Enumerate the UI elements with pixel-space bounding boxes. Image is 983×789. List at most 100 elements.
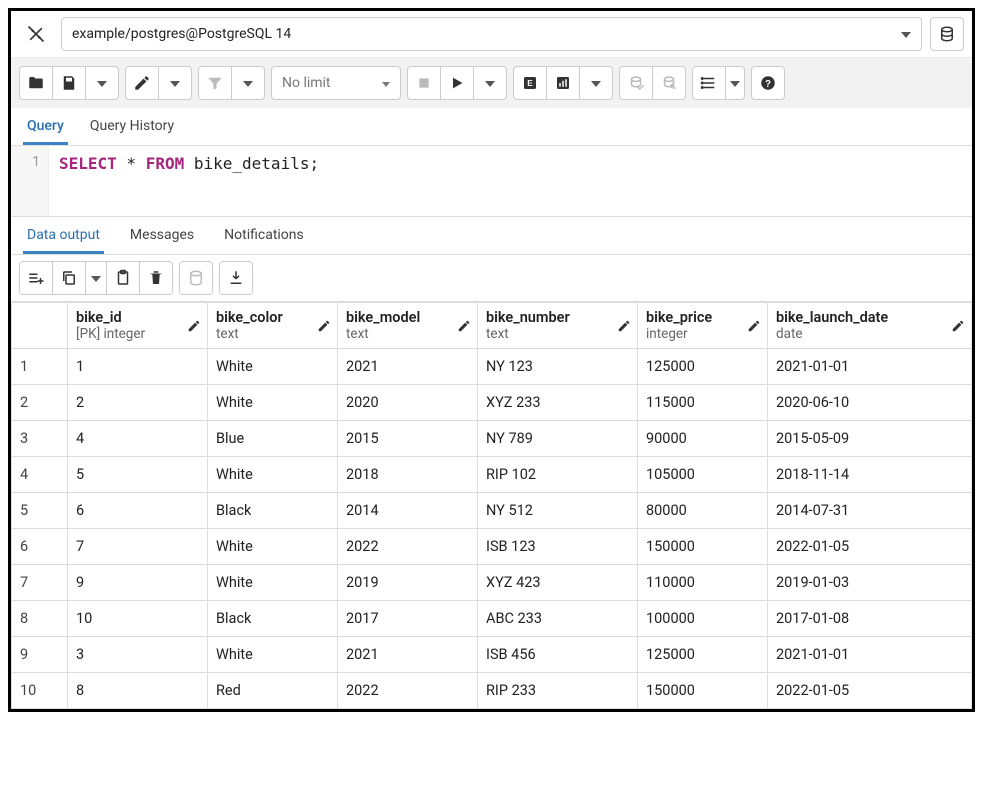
cell[interactable]: 2021 — [338, 637, 478, 673]
cell[interactable]: 90000 — [638, 421, 768, 457]
table-row[interactable]: 810Black2017ABC 2331000002017-01-08 — [12, 601, 972, 637]
cell[interactable]: 10 — [68, 601, 208, 637]
server-icon[interactable] — [930, 17, 964, 51]
cell[interactable]: 2019 — [338, 565, 478, 601]
pencil-icon[interactable] — [951, 319, 965, 333]
cell[interactable]: White — [208, 457, 338, 493]
column-header[interactable]: bike_modeltext — [338, 303, 478, 349]
cell[interactable]: 80000 — [638, 493, 768, 529]
execute-dropdown[interactable] — [473, 66, 507, 100]
tab-query[interactable]: Query — [23, 108, 68, 145]
cell[interactable]: White — [208, 529, 338, 565]
cell[interactable]: 2 — [68, 385, 208, 421]
cell[interactable]: 9 — [68, 565, 208, 601]
cell[interactable]: 110000 — [638, 565, 768, 601]
cell[interactable]: 115000 — [638, 385, 768, 421]
rollback-button[interactable] — [652, 66, 686, 100]
cell[interactable]: 2021-01-01 — [768, 637, 972, 673]
cell[interactable]: ISB 123 — [478, 529, 638, 565]
column-header[interactable]: bike_priceinteger — [638, 303, 768, 349]
table-row[interactable]: 56Black2014NY 512800002014-07-31 — [12, 493, 972, 529]
execute-button[interactable] — [440, 66, 474, 100]
cell[interactable]: 8 — [68, 673, 208, 709]
cell[interactable]: 7 — [68, 529, 208, 565]
cell[interactable]: 125000 — [638, 637, 768, 673]
explain-dropdown[interactable] — [579, 66, 613, 100]
cell[interactable]: NY 512 — [478, 493, 638, 529]
cell[interactable]: 2015-05-09 — [768, 421, 972, 457]
explain-analyze-button[interactable] — [546, 66, 580, 100]
edit-dropdown[interactable] — [158, 66, 192, 100]
macros-dropdown[interactable] — [725, 66, 745, 100]
cell[interactable]: Black — [208, 601, 338, 637]
cell[interactable]: 105000 — [638, 457, 768, 493]
cell[interactable]: 2020-06-10 — [768, 385, 972, 421]
table-row[interactable]: 11White2021NY 1231250002021-01-01 — [12, 349, 972, 385]
pencil-icon[interactable] — [617, 319, 631, 333]
pencil-icon[interactable] — [317, 319, 331, 333]
column-header[interactable]: bike_colortext — [208, 303, 338, 349]
cell[interactable]: White — [208, 637, 338, 673]
limit-select[interactable]: No limit — [271, 66, 401, 100]
cell[interactable]: 6 — [68, 493, 208, 529]
copy-dropdown[interactable] — [85, 261, 107, 295]
save-button[interactable] — [52, 66, 86, 100]
cell[interactable]: 3 — [68, 637, 208, 673]
cell[interactable]: 2022-01-05 — [768, 673, 972, 709]
cell[interactable]: White — [208, 349, 338, 385]
cell[interactable]: Black — [208, 493, 338, 529]
cell[interactable]: 2020 — [338, 385, 478, 421]
connection-select[interactable]: example/postgres@PostgreSQL 14 — [61, 17, 922, 51]
download-button[interactable] — [219, 261, 253, 295]
plug-icon[interactable] — [19, 17, 53, 51]
open-file-button[interactable] — [19, 66, 53, 100]
cell[interactable]: XYZ 423 — [478, 565, 638, 601]
cell[interactable]: 150000 — [638, 673, 768, 709]
cell[interactable]: 2022 — [338, 529, 478, 565]
explain-button[interactable]: E — [513, 66, 547, 100]
tab-messages[interactable]: Messages — [126, 217, 198, 254]
cell[interactable]: 2022-01-05 — [768, 529, 972, 565]
cell[interactable]: 2014 — [338, 493, 478, 529]
tab-notifications[interactable]: Notifications — [220, 217, 308, 254]
cell[interactable]: 100000 — [638, 601, 768, 637]
table-row[interactable]: 108Red2022RIP 2331500002022-01-05 — [12, 673, 972, 709]
cell[interactable]: 2017-01-08 — [768, 601, 972, 637]
cell[interactable]: NY 123 — [478, 349, 638, 385]
cell[interactable]: 2014-07-31 — [768, 493, 972, 529]
delete-button[interactable] — [139, 261, 173, 295]
cell[interactable]: White — [208, 385, 338, 421]
cell[interactable]: ISB 456 — [478, 637, 638, 673]
cell[interactable]: 5 — [68, 457, 208, 493]
cell[interactable]: 1 — [68, 349, 208, 385]
pencil-icon[interactable] — [457, 319, 471, 333]
table-row[interactable]: 34Blue2015NY 789900002015-05-09 — [12, 421, 972, 457]
help-button[interactable]: ? — [751, 66, 785, 100]
paste-button[interactable] — [106, 261, 140, 295]
cell[interactable]: 125000 — [638, 349, 768, 385]
cell[interactable]: White — [208, 565, 338, 601]
column-header[interactable]: bike_launch_datedate — [768, 303, 972, 349]
add-row-button[interactable] — [19, 261, 53, 295]
save-dropdown[interactable] — [85, 66, 119, 100]
table-row[interactable]: 45White2018RIP 1021050002018-11-14 — [12, 457, 972, 493]
macros-button[interactable] — [692, 66, 726, 100]
cell[interactable]: ABC 233 — [478, 601, 638, 637]
save-data-button[interactable] — [179, 261, 213, 295]
cell[interactable]: 2019-01-03 — [768, 565, 972, 601]
table-row[interactable]: 79White2019XYZ 4231100002019-01-03 — [12, 565, 972, 601]
pencil-icon[interactable] — [747, 319, 761, 333]
cell[interactable]: 2018-11-14 — [768, 457, 972, 493]
cell[interactable]: Blue — [208, 421, 338, 457]
column-header[interactable]: bike_numbertext — [478, 303, 638, 349]
cell[interactable]: 150000 — [638, 529, 768, 565]
edit-button[interactable] — [125, 66, 159, 100]
tab-data-output[interactable]: Data output — [23, 217, 104, 254]
pencil-icon[interactable] — [187, 319, 201, 333]
table-row[interactable]: 93White2021ISB 4561250002021-01-01 — [12, 637, 972, 673]
cell[interactable]: 2015 — [338, 421, 478, 457]
cell[interactable]: 2017 — [338, 601, 478, 637]
cell[interactable]: 2021 — [338, 349, 478, 385]
cell[interactable]: 2021-01-01 — [768, 349, 972, 385]
cell[interactable]: 4 — [68, 421, 208, 457]
